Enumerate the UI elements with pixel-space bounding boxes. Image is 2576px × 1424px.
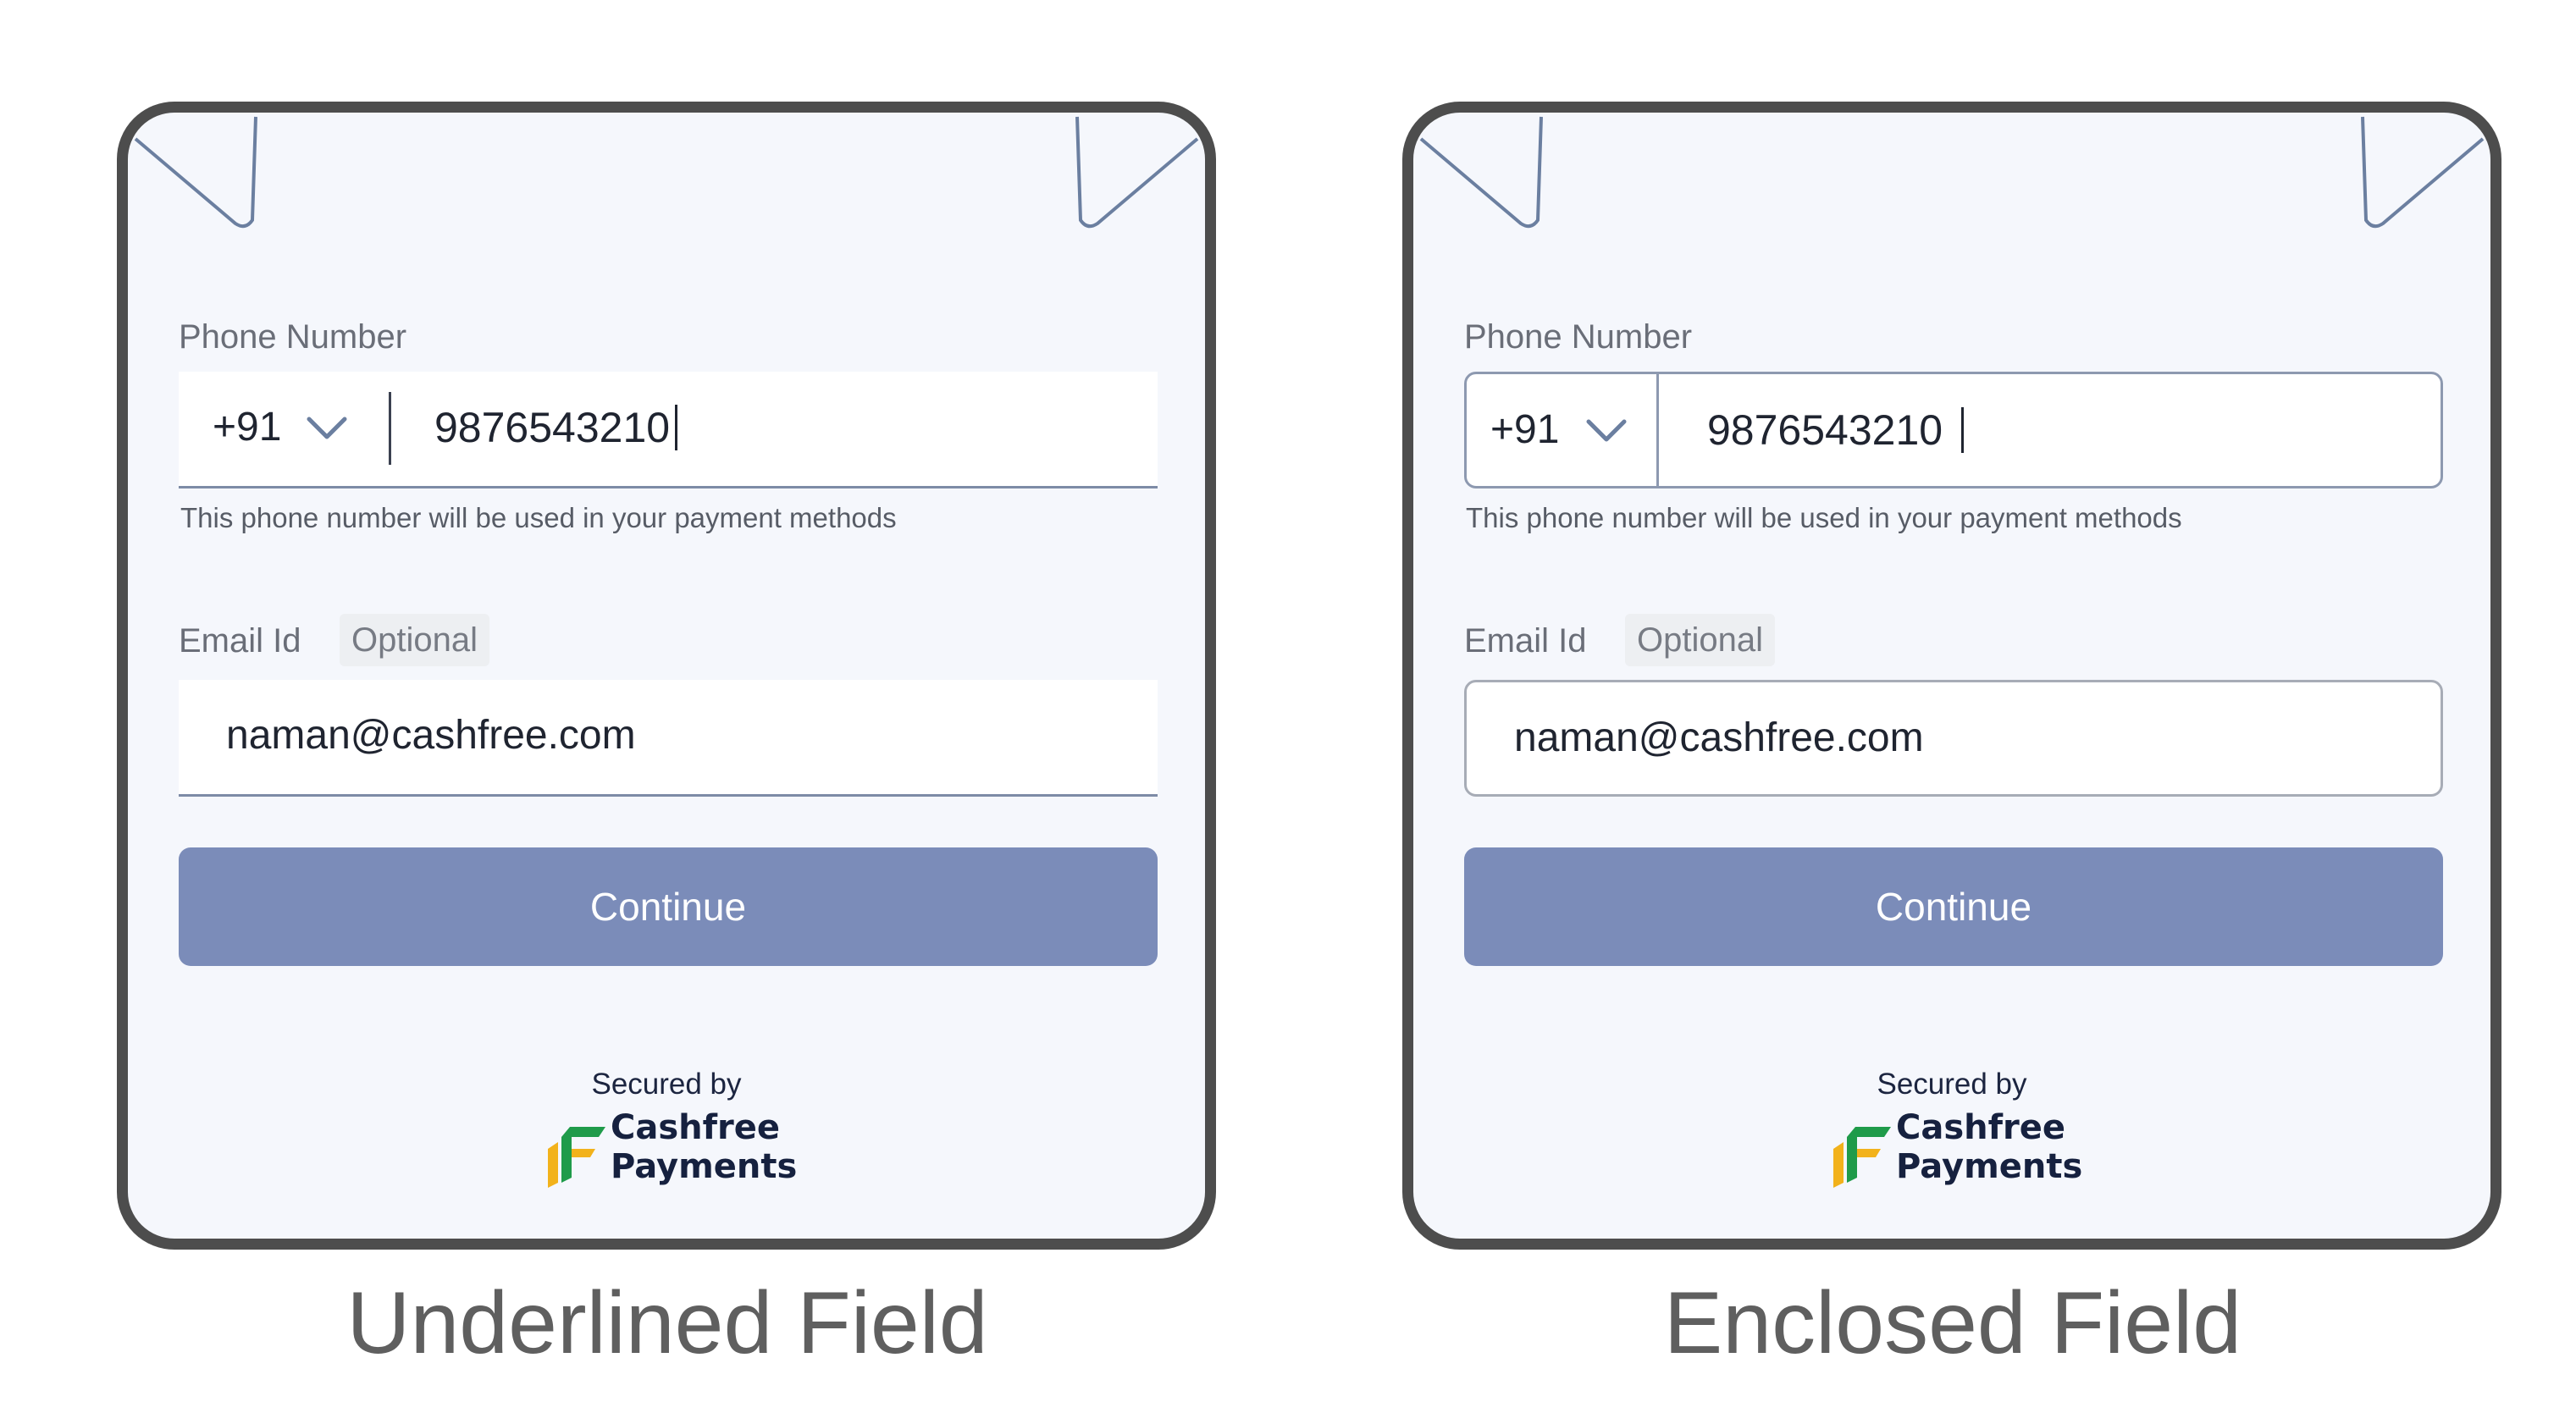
phone-frame: Phone Number +91 9876543210 This phone n…	[1402, 102, 2501, 1250]
brand-line-1: Cashfree	[1896, 1108, 2066, 1147]
brand-name: Cashfree Payments	[611, 1108, 797, 1186]
continue-button[interactable]: Continue	[1464, 847, 2443, 966]
phone-number-input[interactable]: 9876543210	[434, 372, 678, 483]
phone-number-value: 9876543210	[434, 404, 671, 451]
email-input-value: naman@cashfree.com	[1514, 715, 1924, 760]
cashfree-logo-icon	[548, 1127, 605, 1188]
brand-line-2: Payments	[1896, 1147, 2083, 1186]
phone-number-field[interactable]: +91 9876543210	[1464, 372, 2443, 488]
country-code: +91	[213, 405, 282, 450]
cashfree-brand: Cashfree Payments	[1830, 1108, 2084, 1189]
email-field[interactable]: naman@cashfree.com	[1464, 680, 2443, 797]
phone-helper-text: This phone number will be used in your p…	[1466, 502, 2182, 533]
phone-number-value: 9876543210	[1707, 406, 1943, 454]
email-field[interactable]: naman@cashfree.com	[179, 680, 1158, 797]
country-code: +91	[1490, 407, 1560, 452]
text-caret	[1961, 406, 1965, 453]
email-label: Email Id	[179, 622, 301, 660]
optional-tag: Optional	[340, 614, 489, 666]
optional-tag: Optional	[1625, 614, 1775, 666]
secured-by-text: Secured by	[591, 1068, 742, 1101]
email-input-value: naman@cashfree.com	[226, 713, 636, 758]
email-label: Email Id	[1464, 622, 1587, 660]
phone-number-input[interactable]: 9876543210	[1707, 374, 1965, 486]
enclosed-variant: Phone Number +91 9876543210 This phone n…	[1402, 0, 2503, 1424]
secured-by-text: Secured by	[1877, 1068, 2027, 1101]
chevron-down-icon	[307, 417, 347, 439]
phone-helper-text: This phone number will be used in your p…	[180, 502, 897, 533]
underlined-variant: Phone Number +91 9876543210 This phone n…	[117, 0, 1218, 1424]
phone-number-field[interactable]: +91 9876543210	[179, 372, 1158, 488]
phone-frame: Phone Number +91 9876543210 This phone n…	[117, 102, 1216, 1250]
cashfree-logo-icon	[1833, 1127, 1891, 1188]
cashfree-brand: Cashfree Payments	[544, 1108, 799, 1189]
phone-number-label: Phone Number	[179, 318, 407, 356]
country-code-selector[interactable]: +91	[179, 372, 382, 486]
text-caret	[675, 404, 678, 450]
variant-caption: Underlined Field	[346, 1274, 988, 1372]
brand-line-1: Cashfree	[611, 1108, 781, 1147]
country-code-divider	[1656, 374, 1659, 486]
phone-number-label: Phone Number	[1464, 318, 1693, 356]
variant-caption: Enclosed Field	[1663, 1274, 2242, 1372]
country-code-divider	[389, 392, 391, 465]
brand-name: Cashfree Payments	[1896, 1108, 2082, 1186]
brand-line-2: Payments	[611, 1147, 798, 1186]
chevron-down-icon	[1586, 419, 1627, 442]
country-code-selector[interactable]: +91	[1467, 374, 1670, 486]
continue-button[interactable]: Continue	[179, 847, 1158, 966]
